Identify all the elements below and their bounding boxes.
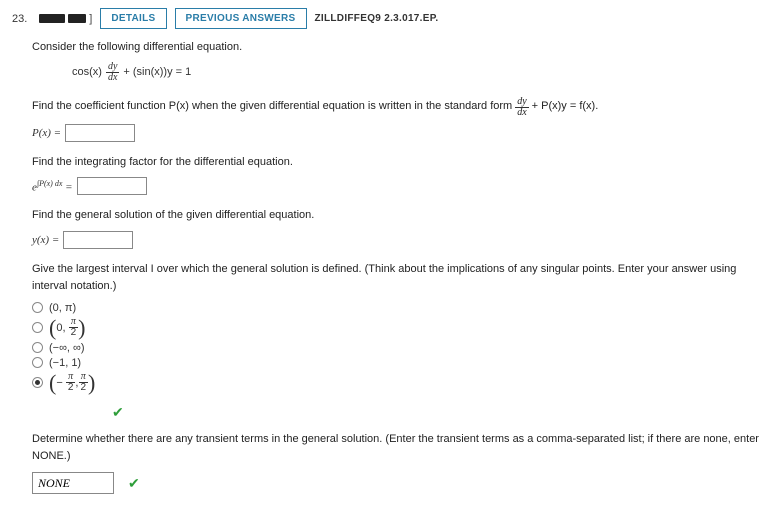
question-body: Consider the following differential equa… [12,39,761,494]
question-header: 23. ] DETAILS PREVIOUS ANSWERS ZILLDIFFE… [12,8,761,29]
option-d-radio[interactable] [32,357,43,368]
q5-answer-row: ✔ [32,472,761,494]
q3-answer-row: y(x) = [32,231,761,249]
q1-prompt: Find the coefficient function P(x) when … [32,97,761,118]
option-d-label: (−1, 1) [49,357,81,369]
option-a-row: (0, π) [32,302,761,314]
px-label: P(x) = [32,127,61,139]
interval-options: (0, π) ( (0, 0, π 2 ) (−∞, ∞) (−1, 1) [32,302,761,394]
transient-input[interactable] [32,472,114,494]
option-c-row: (−∞, ∞) [32,342,761,354]
q4-prompt: Give the largest interval I over which t… [32,261,761,296]
option-e-label: ( − π 2 , π 2 ) [49,372,95,394]
given-equation: cos(x) dy dx + (sin(x))y = 1 [72,62,761,83]
option-a-label: (0, π) [49,302,76,314]
cos-x: cos(x) [72,66,102,78]
plus-siny: + (sin(x))y = 1 [123,66,191,78]
option-a-radio[interactable] [32,302,43,313]
check-icon: ✔ [112,404,761,421]
details-button[interactable]: DETAILS [100,8,166,29]
standard-form-fraction: dy dx [515,97,528,118]
previous-answers-button[interactable]: PREVIOUS ANSWERS [175,8,307,29]
option-e-row: ( − π 2 , π 2 ) [32,372,761,394]
option-b-label: ( (0, 0, π 2 ) [49,317,85,339]
option-c-radio[interactable] [32,342,43,353]
q2-prompt: Find the integrating factor for the diff… [32,154,761,172]
source-label: ZILLDIFFEQ9 2.3.017.EP. [315,13,439,24]
option-e-radio[interactable] [32,377,43,388]
option-c-label: (−∞, ∞) [49,342,85,354]
yx-input[interactable] [63,231,133,249]
check-icon-2: ✔ [128,475,140,492]
option-b-radio[interactable] [32,322,43,333]
px-input[interactable] [65,124,135,142]
intro-text: Consider the following differential equa… [32,39,761,56]
integrating-factor-label: e∫P(x) dx = [32,179,73,194]
q1-answer-row: P(x) = [32,124,761,142]
q2-answer-row: e∫P(x) dx = [32,177,761,195]
attempt-bracket: ] [89,13,92,25]
q3-prompt: Find the general solution of the given d… [32,207,761,225]
redacted-2 [68,14,86,23]
attempt-redacted-block: ] [39,13,92,25]
option-b-row: ( (0, 0, π 2 ) [32,317,761,339]
redacted-1 [39,14,65,23]
dy-dx-fraction: dy dx [106,62,119,83]
integrating-factor-input[interactable] [77,177,147,195]
option-d-row: (−1, 1) [32,357,761,369]
q5-prompt: Determine whether there are any transien… [32,431,761,466]
yx-label: y(x) = [32,234,59,246]
question-number: 23. [12,13,27,25]
